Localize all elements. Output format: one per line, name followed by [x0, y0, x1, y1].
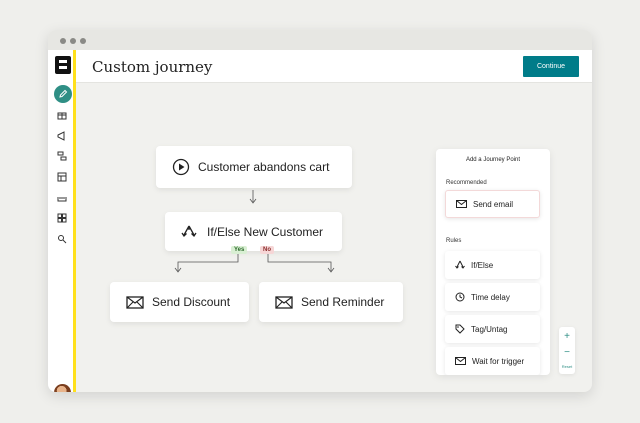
zoom-controls: + − Reset — [559, 327, 575, 374]
branch-label: Send Reminder — [301, 295, 385, 309]
zoom-reset-button[interactable]: Reset — [559, 364, 575, 369]
clock-icon — [455, 292, 465, 302]
panel-item-tag-untag[interactable]: Tag/Untag — [445, 315, 540, 343]
branch-label: Send Discount — [152, 295, 231, 309]
panel-item-wait-for-trigger[interactable]: Wait for trigger — [445, 347, 540, 375]
rules-label: Rules — [446, 238, 462, 244]
panel-item-send-email[interactable]: Send email — [445, 190, 540, 218]
panel-title: Add a Journey Point — [465, 157, 521, 163]
panel-item-label: If/Else — [471, 260, 494, 270]
panel-item-label: Tag/Untag — [471, 324, 508, 334]
panel-item-label: Time delay — [471, 292, 510, 302]
zoom-out-button[interactable]: − — [559, 347, 575, 358]
journey-point-panel: Add a Journey Point Recommended Send ema… — [436, 149, 550, 375]
trigger-node[interactable]: Customer abandons cart — [156, 146, 352, 188]
condition-label: If/Else New Customer — [207, 224, 324, 239]
play-circle-icon — [172, 158, 190, 176]
yes-badge: Yes — [231, 246, 248, 254]
app-window: Custom journey Continue Customer abandon… — [48, 30, 592, 392]
send-reminder-node[interactable]: Send Reminder — [259, 282, 403, 322]
mail-icon — [455, 357, 466, 365]
condition-node[interactable]: If/Else New Customer — [165, 212, 342, 251]
panel-item-label: Wait for trigger — [472, 356, 525, 366]
panel-item-if-else[interactable]: If/Else — [445, 251, 540, 279]
split-arrows-icon — [181, 225, 197, 237]
panel-item-time-delay[interactable]: Time delay — [445, 283, 540, 311]
mail-icon — [126, 295, 144, 309]
send-discount-node[interactable]: Send Discount — [110, 282, 249, 322]
tag-icon — [455, 324, 465, 334]
mail-icon — [456, 200, 467, 208]
split-arrows-icon — [455, 260, 465, 269]
mail-icon — [275, 295, 293, 309]
panel-item-label: Send email — [473, 199, 514, 209]
recommended-label: Recommended — [446, 180, 487, 186]
zoom-in-button[interactable]: + — [559, 331, 575, 342]
no-badge: No — [260, 246, 274, 254]
trigger-label: Customer abandons cart — [198, 160, 330, 174]
